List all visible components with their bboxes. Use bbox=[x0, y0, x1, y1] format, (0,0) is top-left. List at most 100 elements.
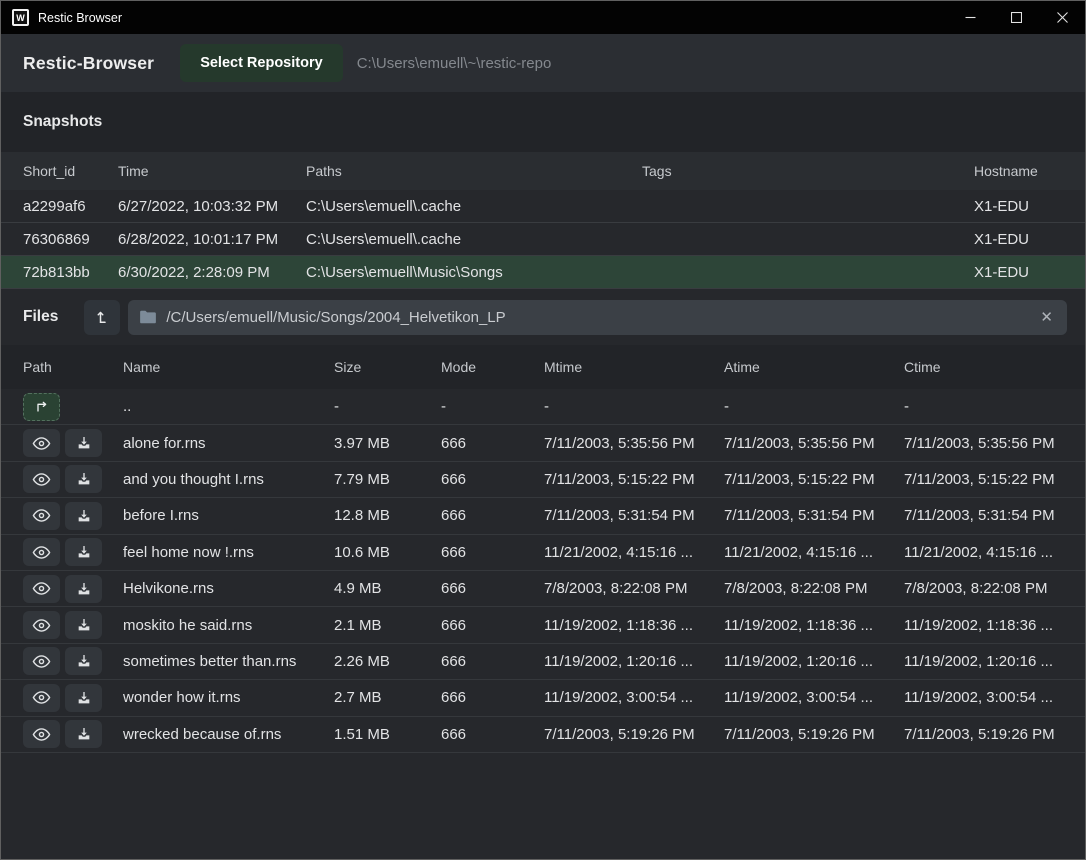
column-paths: Paths bbox=[306, 163, 642, 179]
file-ctime: 11/19/2002, 1:18:36 ... bbox=[904, 617, 1069, 634]
maximize-button[interactable] bbox=[993, 1, 1039, 34]
go-to-parent-button[interactable] bbox=[23, 393, 60, 421]
file-mode: 666 bbox=[441, 544, 544, 561]
preview-file-button[interactable] bbox=[23, 575, 60, 603]
file-atime: 7/11/2003, 5:31:54 PM bbox=[724, 507, 904, 524]
column-mtime: Mtime bbox=[544, 359, 724, 375]
file-row: before I.rns 12.8 MB 666 7/11/2003, 5:31… bbox=[1, 498, 1085, 534]
snapshot-paths: C:\Users\emuell\.cache bbox=[306, 198, 642, 215]
download-icon bbox=[76, 544, 92, 560]
column-hostname: Hostname bbox=[974, 163, 1069, 179]
file-size: 2.26 MB bbox=[334, 653, 441, 670]
app-name: Restic-Browser bbox=[23, 53, 154, 74]
column-tags: Tags bbox=[642, 163, 974, 179]
app-icon: W bbox=[12, 9, 29, 26]
download-file-button[interactable] bbox=[65, 538, 102, 566]
file-mtime: 11/19/2002, 1:18:36 ... bbox=[544, 617, 724, 634]
download-file-button[interactable] bbox=[65, 502, 102, 530]
eye-icon bbox=[32, 654, 51, 669]
preview-file-button[interactable] bbox=[23, 429, 60, 457]
empty-area bbox=[1, 753, 1085, 859]
file-size: 1.51 MB bbox=[334, 726, 441, 743]
download-icon bbox=[76, 617, 92, 633]
snapshots-title: Snapshots bbox=[23, 113, 102, 131]
snapshots-section-header: Snapshots bbox=[1, 92, 1085, 152]
file-ctime: 11/21/2002, 4:15:16 ... bbox=[904, 544, 1069, 561]
select-repository-button[interactable]: Select Repository bbox=[180, 44, 343, 82]
parent-row-mtime: - bbox=[544, 398, 724, 415]
file-atime: 11/19/2002, 1:18:36 ... bbox=[724, 617, 904, 634]
file-row: feel home now !.rns 10.6 MB 666 11/21/20… bbox=[1, 535, 1085, 571]
file-size: 3.97 MB bbox=[334, 435, 441, 452]
snapshot-row[interactable]: a2299af6 6/27/2022, 10:03:32 PM C:\Users… bbox=[1, 190, 1085, 223]
snapshot-row[interactable]: 76306869 6/28/2022, 10:01:17 PM C:\Users… bbox=[1, 223, 1085, 256]
file-size: 2.1 MB bbox=[334, 617, 441, 634]
eye-icon bbox=[32, 727, 51, 742]
file-mode: 666 bbox=[441, 617, 544, 634]
preview-file-button[interactable] bbox=[23, 720, 60, 748]
preview-file-button[interactable] bbox=[23, 465, 60, 493]
path-input[interactable] bbox=[166, 309, 1038, 326]
file-mode: 666 bbox=[441, 435, 544, 452]
file-size: 10.6 MB bbox=[334, 544, 441, 561]
download-file-button[interactable] bbox=[65, 720, 102, 748]
snapshot-hostname: X1-EDU bbox=[974, 264, 1069, 281]
snapshot-paths: C:\Users\emuell\Music\Songs bbox=[306, 264, 642, 281]
clear-path-button[interactable]: ✕ bbox=[1038, 308, 1055, 326]
column-name: Name bbox=[123, 359, 334, 375]
close-button[interactable] bbox=[1039, 1, 1085, 34]
parent-directory-row: .. - - - - - bbox=[1, 389, 1085, 425]
download-icon bbox=[76, 508, 92, 524]
file-mode: 666 bbox=[441, 580, 544, 597]
snapshot-short-id: a2299af6 bbox=[23, 198, 118, 215]
column-ctime: Ctime bbox=[904, 359, 1069, 375]
download-file-button[interactable] bbox=[65, 465, 102, 493]
snapshot-short-id: 76306869 bbox=[23, 231, 118, 248]
file-name: wrecked because of.rns bbox=[123, 726, 334, 743]
preview-file-button[interactable] bbox=[23, 502, 60, 530]
file-ctime: 7/11/2003, 5:31:54 PM bbox=[904, 507, 1069, 524]
download-icon bbox=[76, 726, 92, 742]
snapshot-time: 6/30/2022, 2:28:09 PM bbox=[118, 264, 306, 281]
file-atime: 7/11/2003, 5:15:22 PM bbox=[724, 471, 904, 488]
download-icon bbox=[76, 581, 92, 597]
minimize-button[interactable] bbox=[947, 1, 993, 34]
preview-file-button[interactable] bbox=[23, 647, 60, 675]
files-toolbar: Files ✕ bbox=[1, 289, 1085, 345]
snapshot-hostname: X1-EDU bbox=[974, 231, 1069, 248]
file-ctime: 7/11/2003, 5:19:26 PM bbox=[904, 726, 1069, 743]
download-file-button[interactable] bbox=[65, 429, 102, 457]
preview-file-button[interactable] bbox=[23, 684, 60, 712]
file-atime: 7/11/2003, 5:35:56 PM bbox=[724, 435, 904, 452]
maximize-icon bbox=[1011, 12, 1022, 23]
file-atime: 7/8/2003, 8:22:08 PM bbox=[724, 580, 904, 597]
file-name: feel home now !.rns bbox=[123, 544, 334, 561]
repository-path: C:\Users\emuell\~\restic-repo bbox=[357, 55, 552, 72]
download-file-button[interactable] bbox=[65, 684, 102, 712]
snapshot-row[interactable]: 72b813bb 6/30/2022, 2:28:09 PM C:\Users\… bbox=[1, 256, 1085, 289]
file-mtime: 11/19/2002, 1:20:16 ... bbox=[544, 653, 724, 670]
file-row: wrecked because of.rns 1.51 MB 666 7/11/… bbox=[1, 717, 1085, 753]
parent-row-ctime: - bbox=[904, 398, 1069, 415]
file-mtime: 7/8/2003, 8:22:08 PM bbox=[544, 580, 724, 597]
file-atime: 11/19/2002, 3:00:54 ... bbox=[724, 689, 904, 706]
file-row: Helvikone.rns 4.9 MB 666 7/8/2003, 8:22:… bbox=[1, 571, 1085, 607]
file-mode: 666 bbox=[441, 726, 544, 743]
snapshots-rows: a2299af6 6/27/2022, 10:03:32 PM C:\Users… bbox=[1, 190, 1085, 289]
file-name: and you thought I.rns bbox=[123, 471, 334, 488]
folder-icon bbox=[139, 309, 157, 325]
go-to-root-button[interactable] bbox=[84, 300, 120, 335]
minimize-icon bbox=[965, 12, 976, 23]
current-path-field[interactable]: ✕ bbox=[128, 300, 1067, 335]
column-size: Size bbox=[334, 359, 441, 375]
download-file-button[interactable] bbox=[65, 611, 102, 639]
parent-row-mode: - bbox=[441, 398, 544, 415]
snapshot-time: 6/27/2022, 10:03:32 PM bbox=[118, 198, 306, 215]
file-row: moskito he said.rns 2.1 MB 666 11/19/200… bbox=[1, 607, 1085, 643]
preview-file-button[interactable] bbox=[23, 538, 60, 566]
preview-file-button[interactable] bbox=[23, 611, 60, 639]
download-file-button[interactable] bbox=[65, 575, 102, 603]
file-mode: 666 bbox=[441, 689, 544, 706]
download-file-button[interactable] bbox=[65, 647, 102, 675]
file-size: 2.7 MB bbox=[334, 689, 441, 706]
